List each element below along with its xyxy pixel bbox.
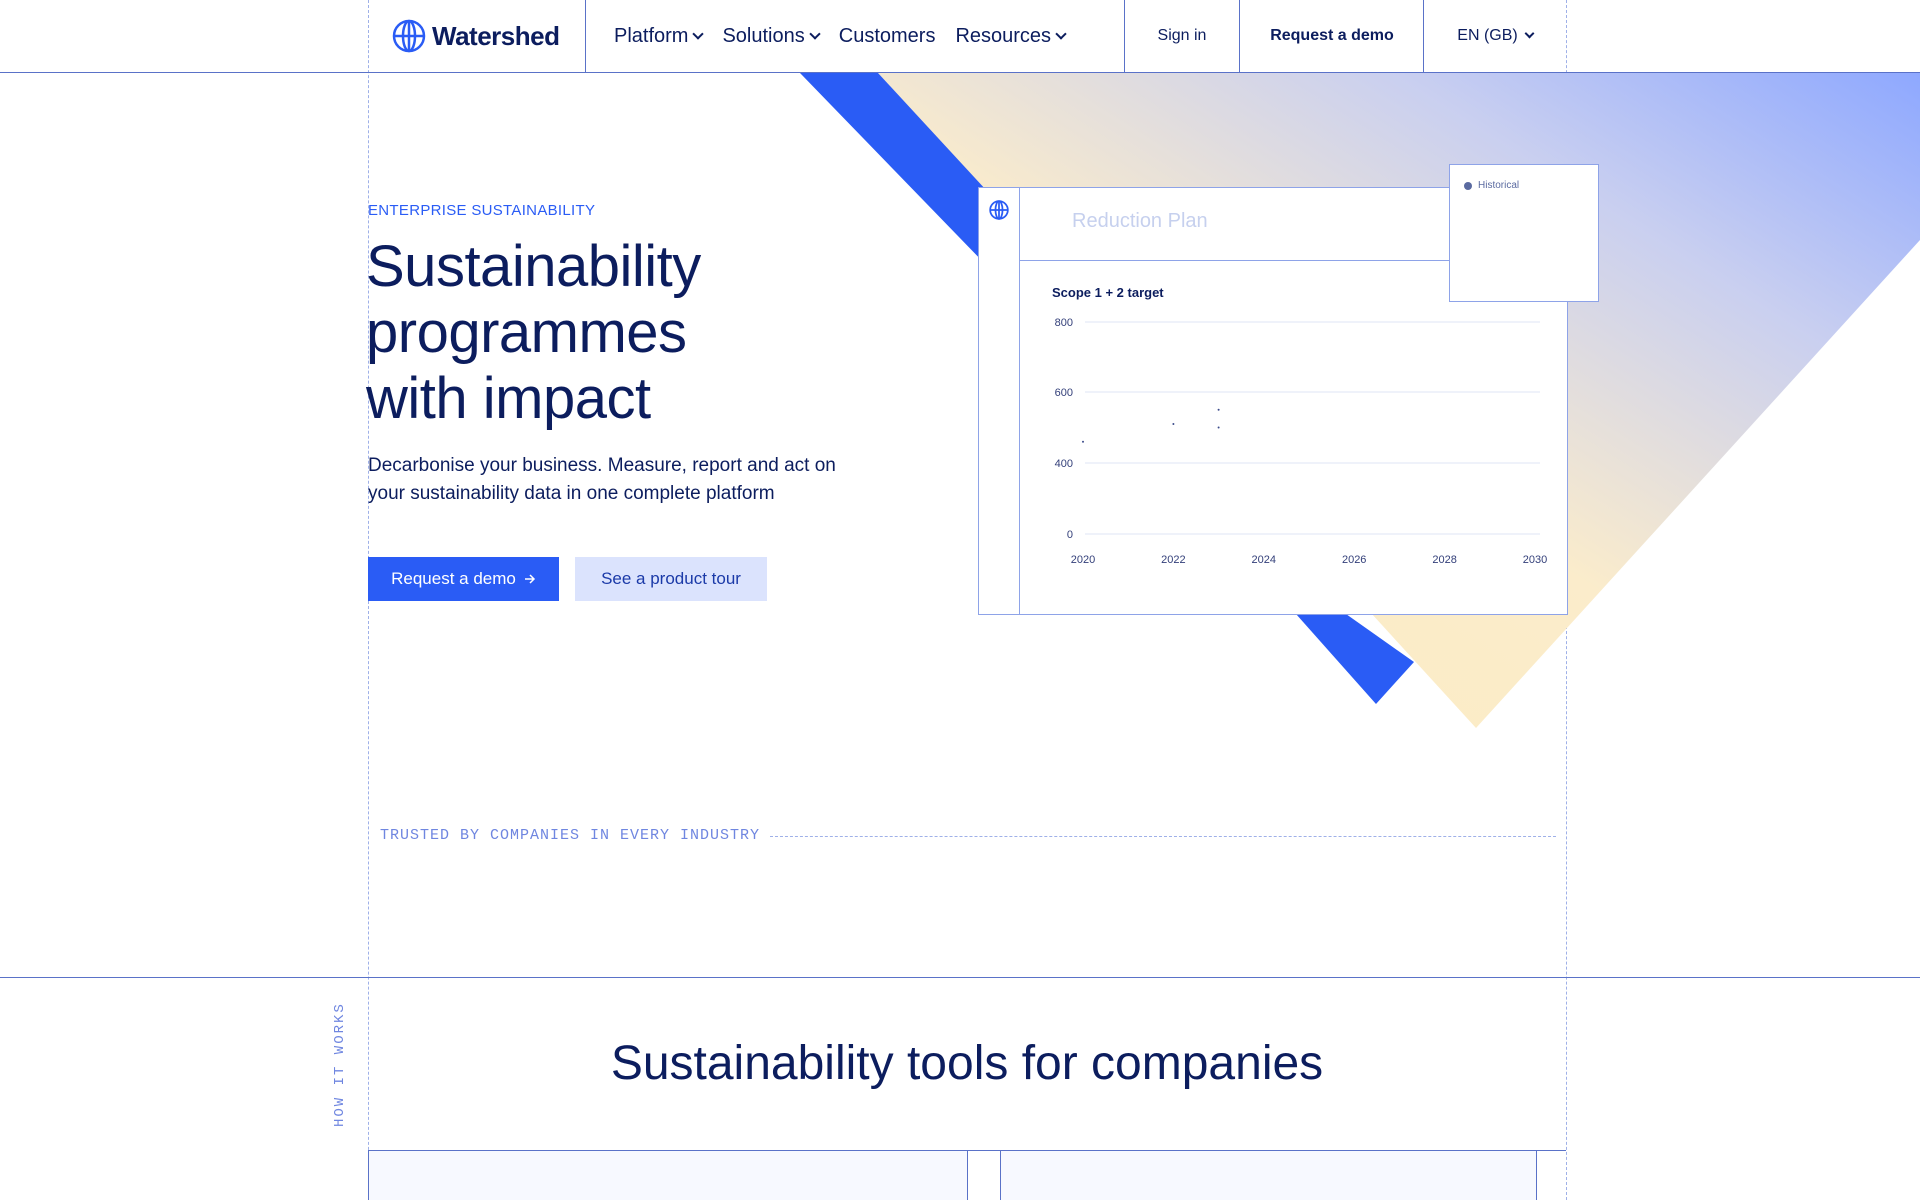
chevron-down-icon bbox=[809, 27, 821, 40]
headline-line: Sustainability bbox=[366, 234, 701, 299]
menu-resources[interactable]: Resources bbox=[955, 24, 1067, 48]
chevron-down-icon bbox=[692, 27, 705, 40]
hero-eyebrow: ENTERPRISE SUSTAINABILITY bbox=[368, 202, 596, 219]
logo[interactable]: Watershed bbox=[392, 0, 560, 72]
menu-customers-label: Customers bbox=[838, 24, 936, 47]
section-title: Sustainability tools for companies bbox=[610, 1037, 1324, 1090]
menu-platform-label: Platform bbox=[614, 24, 689, 47]
hero-headline: Sustainability programmes with impact bbox=[366, 234, 886, 432]
card-sidebar bbox=[979, 188, 1020, 614]
data-point bbox=[1217, 408, 1220, 411]
data-point bbox=[1082, 440, 1084, 443]
main-menu: Platform Solutions Customers Resources bbox=[614, 0, 1067, 72]
blue-stripe-bottom bbox=[1296, 614, 1414, 704]
feature-card[interactable] bbox=[1000, 1150, 1537, 1200]
menu-platform[interactable]: Platform bbox=[614, 24, 705, 48]
x-tick-label: 2020 bbox=[1071, 554, 1095, 566]
menu-solutions-label: Solutions bbox=[722, 24, 805, 47]
section-top-border bbox=[0, 977, 1920, 978]
legend-item: Historical bbox=[1464, 180, 1519, 191]
request-demo-label: Request a demo bbox=[391, 569, 516, 588]
x-tick-label: 2024 bbox=[1252, 554, 1276, 566]
hero-decoration bbox=[800, 73, 1920, 728]
language-label: EN (GB) bbox=[1457, 27, 1518, 44]
request-demo-nav-button[interactable]: Request a demo bbox=[1240, 0, 1424, 72]
headline-line: programmes bbox=[366, 300, 687, 365]
y-tick-label: 400 bbox=[1055, 458, 1073, 470]
feature-card[interactable] bbox=[368, 1150, 968, 1200]
sign-in-link[interactable]: Sign in bbox=[1125, 0, 1239, 72]
headline-line: with impact bbox=[366, 366, 651, 431]
language-selector[interactable]: EN (GB) bbox=[1424, 0, 1566, 72]
top-nav: Watershed Platform Solutions Customers R… bbox=[0, 0, 1920, 73]
trusted-label: TRUSTED BY COMPANIES IN EVERY INDUSTRY bbox=[380, 827, 761, 844]
product-tour-button[interactable]: See a product tour bbox=[575, 557, 767, 601]
chart-area: Scope 1 + 2 target 800 600 400 0 2020 2022 202… bbox=[1020, 261, 1567, 614]
card-title: Reduction Plan bbox=[1072, 210, 1208, 232]
arrow-right-icon bbox=[524, 574, 535, 584]
y-tick-label: 800 bbox=[1055, 317, 1073, 329]
x-tick-label: 2028 bbox=[1432, 554, 1456, 566]
x-tick-label: 2022 bbox=[1161, 554, 1185, 566]
menu-solutions[interactable]: Solutions bbox=[722, 24, 821, 48]
hero-subtitle: Decarbonise your business. Measure, repo… bbox=[368, 455, 836, 504]
nav-divider bbox=[585, 0, 586, 72]
data-point bbox=[1172, 422, 1175, 425]
legend-card: Historical bbox=[1449, 164, 1599, 302]
chart-svg: 800 600 400 0 2020 2022 2024 2026 2028 2030 bbox=[1055, 317, 1548, 566]
x-tick-label: 2026 bbox=[1342, 554, 1366, 566]
logo-wordmark: Watershed bbox=[432, 20, 560, 51]
globe-icon bbox=[989, 200, 1009, 220]
y-tick-label: 0 bbox=[1067, 529, 1073, 541]
trusted-divider bbox=[770, 836, 1556, 837]
x-tick-label: 2030 bbox=[1523, 554, 1547, 566]
data-point bbox=[1217, 426, 1220, 429]
request-demo-button[interactable]: Request a demo bbox=[368, 557, 559, 601]
nav-bottom-border bbox=[0, 72, 1920, 73]
globe-icon bbox=[392, 19, 426, 53]
chevron-down-icon bbox=[1055, 27, 1067, 40]
menu-customers[interactable]: Customers bbox=[839, 25, 936, 48]
chevron-down-icon bbox=[1524, 28, 1535, 39]
legend-dot bbox=[1464, 181, 1472, 190]
how-it-works-label: HOW IT WORKS bbox=[332, 1002, 348, 1127]
y-tick-label: 600 bbox=[1055, 387, 1073, 399]
legend-label: Historical bbox=[1478, 180, 1520, 191]
menu-resources-label: Resources bbox=[955, 24, 1052, 47]
